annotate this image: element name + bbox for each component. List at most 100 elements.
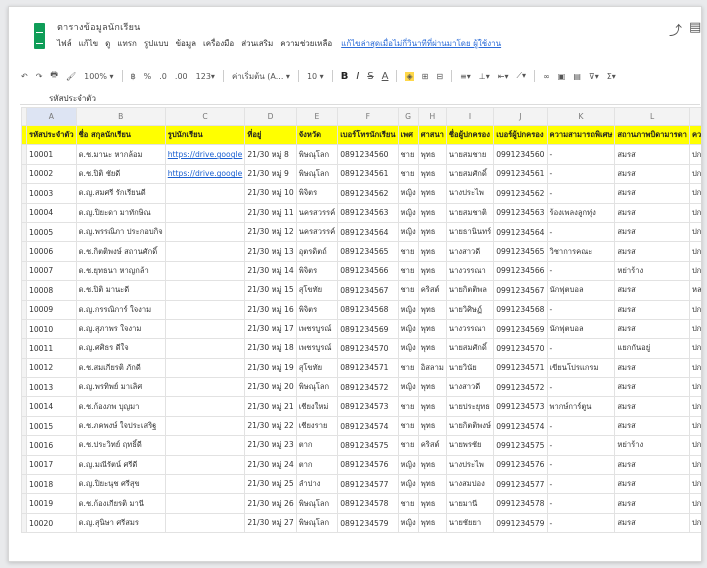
cell-i[interactable]: นางสาวดี — [445, 241, 495, 262]
cell-i[interactable]: นางประไพ — [445, 454, 495, 476]
cell-c[interactable] — [164, 280, 246, 301]
cell-a[interactable]: 10009 — [26, 299, 77, 320]
cell-i[interactable]: นายวินัย — [445, 357, 495, 379]
cell-d[interactable]: ที่อยู่ — [244, 124, 297, 146]
paint-format-icon[interactable]: 🖌 — [66, 72, 76, 81]
cell-g[interactable]: หญิง — [397, 221, 419, 243]
cell-g[interactable]: ชาย — [397, 260, 419, 282]
bold-button[interactable]: B — [341, 71, 349, 82]
cell-j[interactable]: 0991234563 — [493, 202, 548, 223]
cell-d[interactable]: 21/30 หมู่ 11 — [244, 202, 297, 223]
cell-e[interactable]: จังหวัด — [295, 124, 339, 146]
cell-j[interactable]: เบอร์ผู้ปกครอง — [493, 124, 548, 146]
column-header-l[interactable]: L — [614, 107, 690, 126]
cell-g[interactable]: หญิง — [397, 474, 419, 495]
increase-decimal-button[interactable]: .00 — [175, 72, 188, 81]
cell-i[interactable]: นายมานี — [445, 493, 495, 514]
text-color-button[interactable]: A — [382, 71, 389, 82]
cell-h[interactable]: พุทธ — [417, 454, 447, 476]
cell-h[interactable]: พุทธ — [417, 318, 447, 340]
cell-d[interactable]: 21/30 หมู่ 16 — [244, 299, 297, 320]
cell-a[interactable]: 10002 — [26, 163, 77, 185]
cell-j[interactable]: 0991234567 — [493, 280, 548, 301]
cell-f[interactable]: 0891234567 — [337, 280, 399, 301]
cell-k[interactable]: - — [546, 493, 616, 514]
cell-c[interactable] — [164, 396, 246, 417]
cell-a[interactable]: 10011 — [26, 338, 77, 359]
cell-f[interactable]: 0891234573 — [337, 396, 399, 417]
cell-b[interactable]: ด.ญ.มณีรัตน์ ศรีดี — [75, 454, 166, 476]
cell-j[interactable]: 0991234564 — [493, 221, 548, 243]
cell-i[interactable]: นางวรรณา — [445, 260, 495, 282]
cell-f[interactable]: 0891234577 — [337, 474, 399, 495]
cell-f[interactable]: 0891234565 — [337, 241, 399, 262]
cell-g[interactable]: หญิง — [397, 318, 419, 340]
cell-a[interactable]: 10017 — [26, 454, 77, 476]
cell-a[interactable]: 10001 — [26, 144, 77, 165]
cell-c[interactable] — [164, 221, 246, 243]
cell-g[interactable]: ชาย — [397, 241, 419, 262]
cell-d[interactable]: 21/30 หมู่ 15 — [244, 280, 297, 301]
cell-k[interactable]: - — [546, 454, 616, 476]
last-edit-link[interactable]: แก้ไขล่าสุดเมื่อไม่กี่วินาทีที่ผ่านมาโดย… — [341, 37, 501, 49]
cell-j[interactable]: 0991234566 — [493, 260, 548, 282]
more-formats-select[interactable]: 123▾ — [196, 72, 215, 81]
cell-g[interactable]: ชาย — [397, 280, 419, 301]
cell-g[interactable]: ชาย — [397, 493, 419, 514]
cell-c[interactable] — [164, 318, 246, 340]
cell-b[interactable]: ด.ช.ยุทธนา หาญกล้า — [75, 260, 166, 282]
filter-icon[interactable]: ⊽▾ — [589, 72, 599, 81]
cell-f[interactable]: 0891234571 — [337, 357, 399, 379]
cell-j[interactable]: 0991234579 — [493, 512, 548, 534]
cell-g[interactable]: หญิง — [397, 338, 419, 359]
menu-item[interactable]: เครื่องมือ — [203, 37, 234, 49]
cell-a[interactable]: รหัสประจำตัว — [26, 124, 77, 146]
cell-k[interactable]: นักฟุตบอล — [546, 280, 616, 301]
cell-l[interactable]: สมรส — [614, 493, 690, 514]
cell-d[interactable]: 21/30 หมู่ 26 — [244, 493, 297, 514]
cell-a[interactable]: 10013 — [26, 377, 77, 398]
cell-c[interactable] — [164, 435, 246, 456]
column-header-h[interactable]: H — [417, 107, 447, 126]
cell-f[interactable]: 0891234560 — [337, 144, 399, 165]
cell-i[interactable]: นายกิตติพล — [445, 280, 495, 301]
cell-l[interactable]: หย่าร้าง — [614, 260, 690, 282]
cell-m[interactable]: ปกติ — [688, 144, 701, 165]
column-header-k[interactable]: K — [546, 107, 616, 126]
cell-j[interactable]: 0991234560 — [493, 144, 548, 165]
cell-e[interactable]: อุตรดิตถ์ — [295, 241, 339, 262]
cell-j[interactable]: 0991234578 — [493, 493, 548, 514]
text-rotate-icon[interactable]: ⟋▾ — [516, 71, 526, 81]
cell-c[interactable] — [164, 454, 246, 476]
cell-h[interactable]: ศาสนา — [417, 124, 447, 146]
cell-i[interactable]: นายวิศิษฏ์ — [445, 299, 495, 320]
cell-a[interactable]: 10008 — [26, 280, 77, 301]
comment-icon[interactable]: ▤ — [689, 20, 701, 35]
cell-i[interactable]: นางวรรณา — [445, 318, 495, 340]
cell-e[interactable]: เชียงใหม่ — [295, 396, 339, 417]
cell-k[interactable]: - — [546, 415, 616, 437]
cell-d[interactable]: 21/30 หมู่ 23 — [244, 435, 297, 456]
cell-g[interactable]: หญิง — [397, 377, 419, 398]
cell-b[interactable]: ด.ญ.ปิยะนุช ศรีสุข — [75, 474, 166, 495]
cell-f[interactable]: 0891234562 — [337, 183, 399, 204]
cell-g[interactable]: ชาย — [397, 163, 419, 185]
cell-g[interactable]: หญิง — [397, 454, 419, 476]
cell-c[interactable] — [164, 299, 246, 320]
cell-i[interactable]: นายธานินทร์ — [445, 221, 495, 243]
column-header-c[interactable]: C — [164, 107, 246, 126]
cell-b[interactable]: ด.ญ.สุภาพร ใจงาม — [75, 318, 166, 340]
cell-c[interactable] — [164, 241, 246, 262]
cell-e[interactable]: นครสวรรค์ — [295, 202, 339, 223]
column-header-e[interactable]: E — [295, 107, 339, 126]
cell-l[interactable]: สมรส — [614, 221, 690, 243]
cell-g[interactable]: ชาย — [397, 415, 419, 437]
cell-a[interactable]: 10014 — [26, 396, 77, 417]
cell-m[interactable]: ปกติ — [688, 396, 701, 417]
cell-h[interactable]: คริสต์ — [417, 280, 447, 301]
cell-k[interactable]: - — [546, 183, 616, 204]
cell-e[interactable]: ตาก — [295, 435, 339, 456]
decrease-decimal-button[interactable]: .0 — [159, 72, 167, 81]
cell-b[interactable]: ด.ช.มานะ หากล้อม — [75, 144, 166, 165]
borders-icon[interactable]: ⊞ — [422, 72, 429, 81]
